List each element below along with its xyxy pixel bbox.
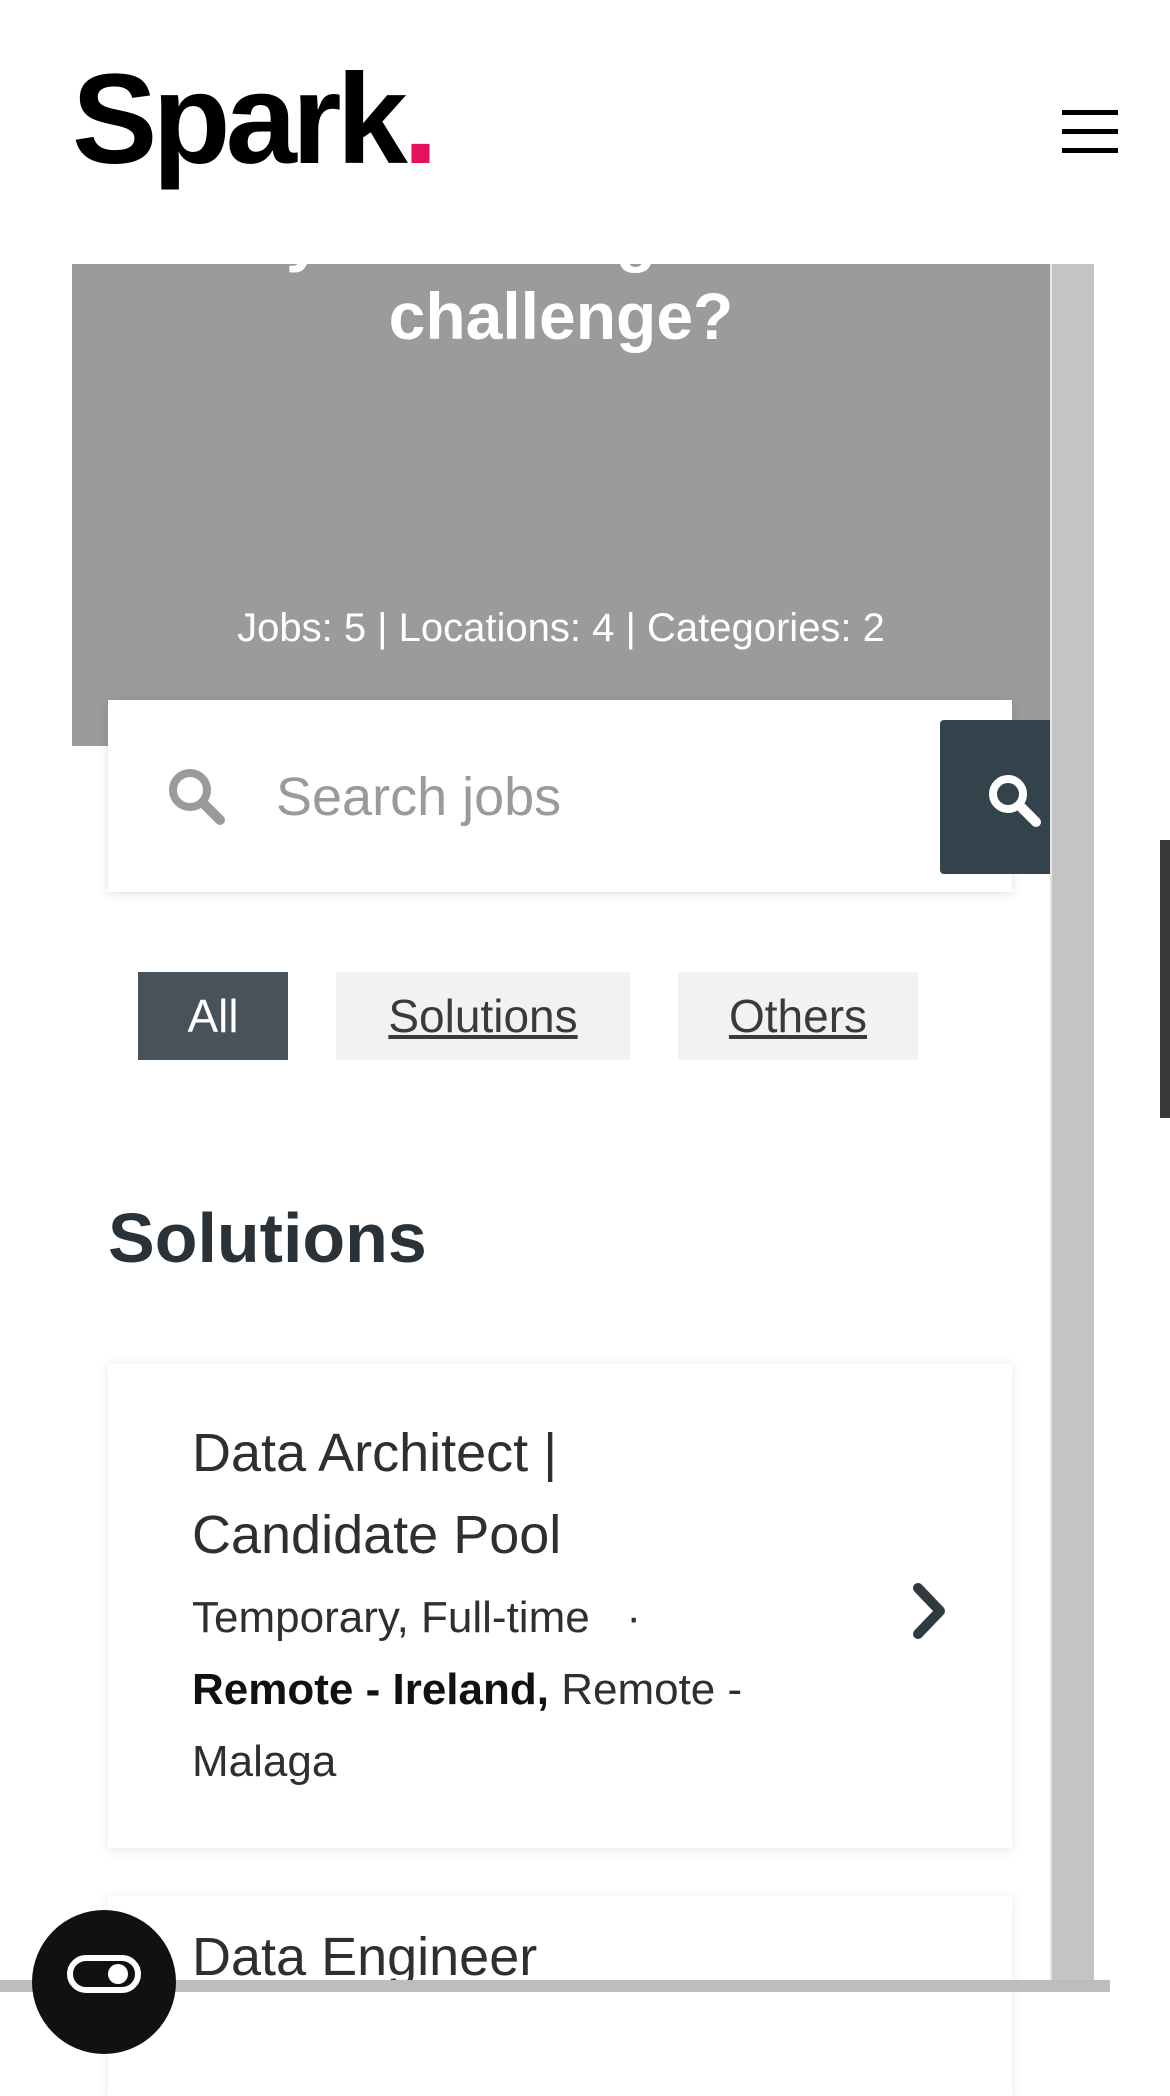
chevron-right-icon [913, 1583, 945, 1639]
search-box [108, 700, 1012, 892]
section-title: Solutions [108, 1199, 427, 1277]
job-stats: Jobs: 5 | Locations: 4 | Categories: 2 [237, 606, 885, 650]
hero-title: Are you looking for a new challenge? [158, 264, 965, 353]
job-title: Data Architect | Candidate Pool [192, 1423, 562, 1565]
edge-scroll-indicator [1160, 840, 1170, 1118]
floating-toggle-button[interactable] [32, 1910, 176, 2054]
job-card[interactable]: Data Architect | Candidate Pool Temporar… [108, 1364, 1012, 1848]
filter-solutions[interactable]: Solutions [336, 972, 630, 1060]
hero-banner: Are you looking for a new challenge? Job… [72, 264, 1050, 746]
filter-others[interactable]: Others [678, 972, 918, 1060]
job-meta: Temporary, Full-time · Remote - Ireland,… [192, 1582, 812, 1798]
search-button[interactable] [940, 720, 1050, 874]
job-type: Temporary, Full-time [192, 1593, 590, 1642]
hamburger-menu-icon[interactable] [1062, 110, 1118, 154]
job-primary-location: Remote - Ireland, [192, 1665, 549, 1714]
logo-dot: . [402, 48, 438, 191]
search-input[interactable] [274, 744, 838, 850]
search-icon [169, 769, 225, 825]
scrollbar[interactable] [1050, 264, 1094, 1992]
meta-separator: · [626, 1593, 642, 1642]
job-card[interactable]: Data Engineer [108, 1896, 1012, 2096]
toggle-icon [67, 1955, 141, 1993]
logo-text: Spark [72, 48, 408, 191]
filter-all[interactable]: All [138, 972, 288, 1060]
site-header: Spark. [0, 0, 1170, 264]
spark-logo[interactable]: Spark. [72, 56, 438, 184]
search-icon [989, 775, 1041, 827]
